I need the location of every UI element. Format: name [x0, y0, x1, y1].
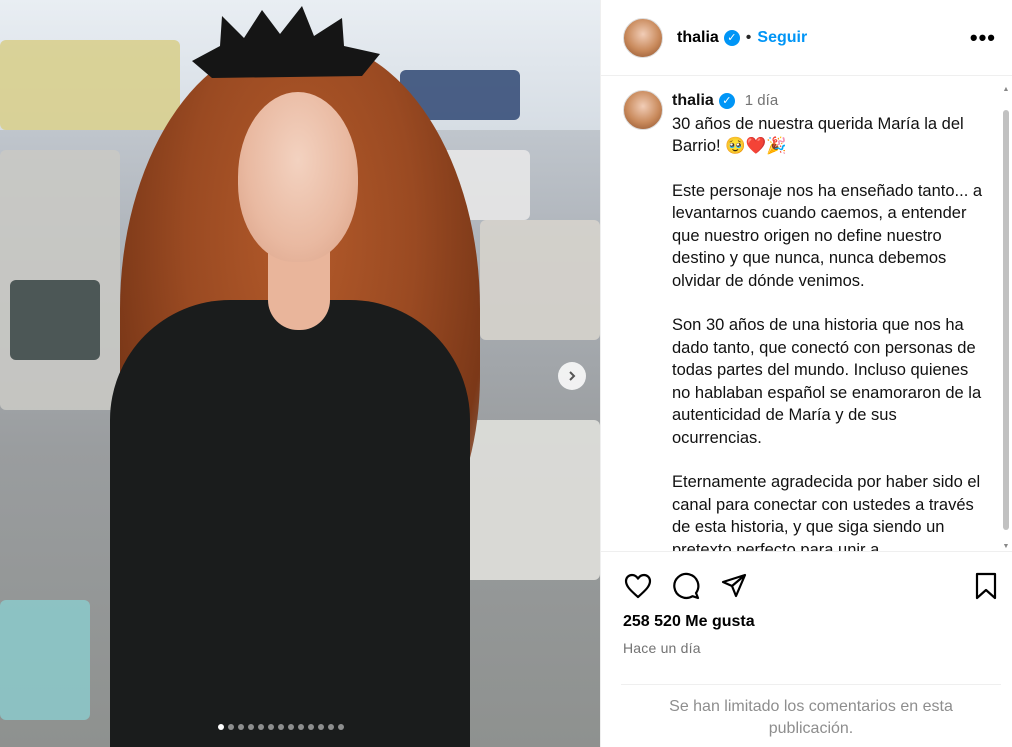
- header-separator: •: [745, 28, 752, 46]
- header-username[interactable]: thalia: [677, 29, 719, 47]
- carousel-dot: [328, 724, 334, 730]
- post-header: thalia ✓ • Seguir •••: [601, 0, 1012, 76]
- like-button[interactable]: [623, 571, 653, 601]
- caption-time[interactable]: 1 día: [745, 90, 778, 113]
- scroll-thumb[interactable]: [1003, 110, 1009, 530]
- caption-area: thalia ✓ 1 día 30 años de nuestra querid…: [601, 76, 1012, 552]
- carousel-dot: [258, 724, 264, 730]
- comment-icon: [673, 572, 700, 600]
- caption-paragraph: 30 años de nuestra querida María la del …: [672, 114, 969, 156]
- more-icon: •••: [969, 24, 996, 50]
- divider: [621, 684, 1001, 685]
- caption-avatar[interactable]: [623, 90, 663, 130]
- likes-count[interactable]: 258 520 Me gusta: [623, 613, 755, 631]
- caption-row: thalia ✓ 1 día 30 años de nuestra querid…: [601, 76, 1012, 552]
- comments-limited-notice: Se han limitado los comentarios en esta …: [669, 698, 953, 737]
- carousel-dot: [338, 724, 344, 730]
- carousel-dot: [238, 724, 244, 730]
- comment-button[interactable]: [671, 571, 701, 601]
- caption-body: thalia ✓ 1 día 30 años de nuestra querid…: [672, 90, 987, 552]
- follow-button[interactable]: Seguir: [757, 29, 807, 47]
- chevron-right-icon: [569, 371, 576, 381]
- caption-head: thalia ✓ 1 día: [672, 90, 987, 113]
- carousel-dot: [218, 724, 224, 730]
- carousel-indicator: [218, 724, 344, 730]
- heart-icon: [624, 573, 652, 599]
- photo-face: [238, 92, 358, 262]
- photo-debris: [460, 420, 600, 580]
- post-sidebar: thalia ✓ • Seguir ••• thalia ✓ 1 día 30 …: [600, 0, 1012, 747]
- carousel-dot: [318, 724, 324, 730]
- save-button[interactable]: [971, 571, 1001, 601]
- carousel-dot: [288, 724, 294, 730]
- bookmark-icon: [975, 572, 997, 600]
- caption-scrollbar[interactable]: ▲ ▼: [1002, 86, 1010, 550]
- photo-debris: [480, 220, 600, 340]
- photo-debris: [0, 600, 90, 720]
- carousel-dot: [268, 724, 274, 730]
- scroll-up-icon[interactable]: ▲: [1002, 86, 1010, 93]
- share-button[interactable]: [719, 571, 749, 601]
- carousel-dot: [248, 724, 254, 730]
- scroll-down-icon[interactable]: ▼: [1002, 543, 1010, 550]
- verified-badge-icon: ✓: [723, 29, 740, 46]
- carousel-dot: [308, 724, 314, 730]
- action-bar: [623, 570, 1001, 602]
- caption-paragraph: Este personaje nos ha enseñado tanto... …: [672, 181, 987, 290]
- carousel-dot: [278, 724, 284, 730]
- caption-username[interactable]: thalia: [672, 90, 714, 113]
- carousel-dot: [298, 724, 304, 730]
- photo-debris: [0, 40, 180, 130]
- avatar[interactable]: [623, 17, 663, 58]
- verified-badge-icon: ✓: [718, 93, 735, 110]
- photo-dress: [110, 300, 470, 747]
- next-photo-button[interactable]: [558, 362, 586, 390]
- post-time[interactable]: Hace un día: [623, 640, 701, 656]
- more-options-button[interactable]: •••: [970, 25, 996, 51]
- caption-paragraph: Son 30 años de una historia que nos ha d…: [672, 316, 986, 447]
- send-icon: [721, 573, 747, 598]
- post-photo[interactable]: [0, 0, 600, 747]
- photo-debris: [10, 280, 100, 360]
- crown-shape: [192, 6, 380, 78]
- carousel-dot: [228, 724, 234, 730]
- caption-paragraph: Eternamente agradecida por haber sido el…: [672, 473, 985, 552]
